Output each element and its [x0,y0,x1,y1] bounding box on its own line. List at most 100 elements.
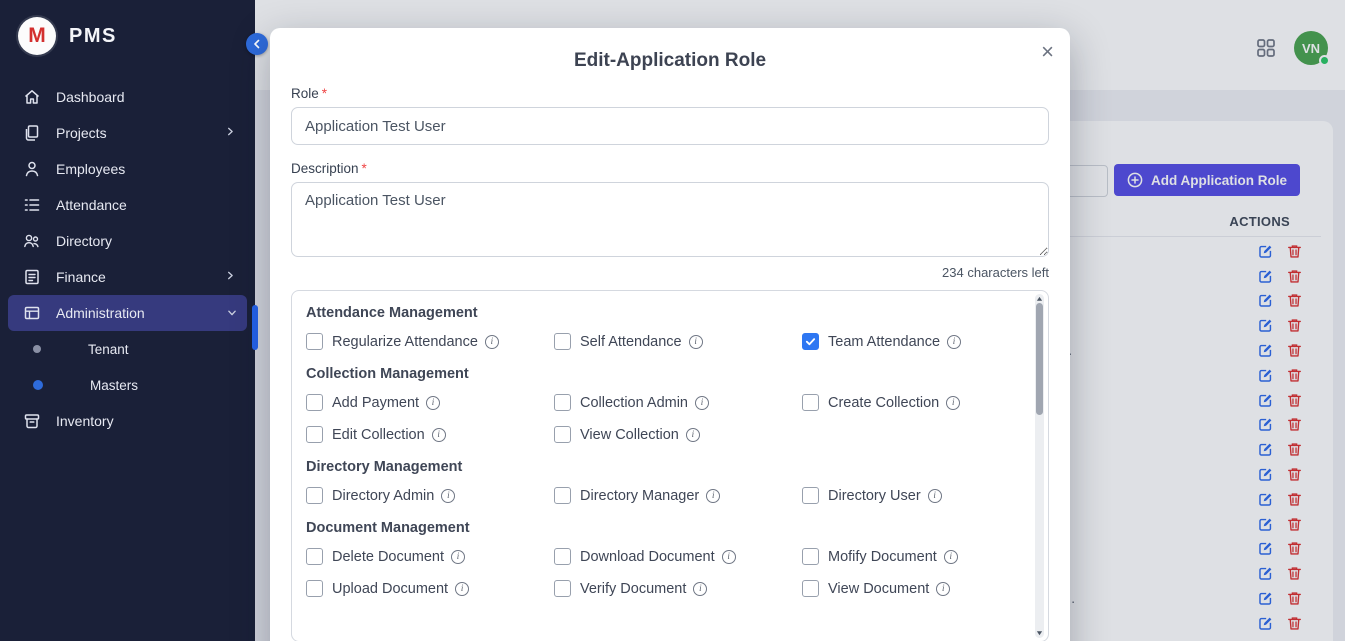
description-textarea[interactable]: Application Test User [291,182,1049,257]
unchecked-checkbox[interactable] [802,580,819,597]
unchecked-checkbox[interactable] [554,487,571,504]
permission-grid: Add PaymentiCollection AdminiCreate Coll… [306,394,1004,443]
sidebar-active-indicator [252,305,258,350]
info-icon[interactable]: i [947,335,961,349]
permission-section-collection-management: Collection ManagementAdd PaymentiCollect… [306,366,1004,443]
permission-section-document-management: Document ManagementDelete DocumentiDownl… [306,520,1004,597]
unchecked-checkbox[interactable] [554,580,571,597]
role-field-label: Role* [291,86,1049,101]
permission-item-download-document: Download Document i [554,548,802,565]
sidebar-item-projects[interactable]: Projects [8,115,247,151]
unchecked-checkbox[interactable] [554,333,571,350]
info-icon[interactable]: i [693,582,707,596]
unchecked-checkbox[interactable] [554,548,571,565]
info-icon[interactable]: i [944,550,958,564]
permission-item-edit-collection: Edit Collection i [306,426,554,443]
permission-label: Download Document [580,549,715,565]
unchecked-checkbox[interactable] [802,487,819,504]
scroll-down-icon[interactable] [1035,629,1044,637]
info-icon[interactable]: i [485,335,499,349]
info-icon[interactable]: i [426,396,440,410]
required-asterisk: * [362,161,367,176]
permission-label: View Document [828,581,929,597]
chevron-left-icon [252,39,262,49]
bullet-icon [33,380,43,390]
unchecked-checkbox[interactable] [306,487,323,504]
sidebar-item-label: Projects [56,125,226,141]
permissions-scrollbar[interactable] [1035,294,1044,638]
permission-section-title: Collection Management [306,366,1004,382]
permission-section-title: Document Management [306,520,1004,536]
sidebar-item-inventory[interactable]: Inventory [8,403,247,439]
sidebar-collapse-button[interactable] [246,33,268,55]
employee-icon [22,159,42,179]
permission-label: Directory Admin [332,488,434,504]
sidebar-item-dashboard[interactable]: Dashboard [8,79,247,115]
unchecked-checkbox[interactable] [306,548,323,565]
unchecked-checkbox[interactable] [554,394,571,411]
unchecked-checkbox[interactable] [306,394,323,411]
info-icon[interactable]: i [451,550,465,564]
close-icon[interactable]: × [1041,41,1054,63]
info-icon[interactable]: i [441,489,455,503]
sidebar-item-employees[interactable]: Employees [8,151,247,187]
sidebar-item-finance[interactable]: Finance [8,259,247,295]
permission-label: Regularize Attendance [332,334,478,350]
checked-checkbox[interactable] [802,333,819,350]
permission-grid: Delete DocumentiDownload DocumentiMofify… [306,548,1004,597]
info-icon[interactable]: i [686,428,700,442]
permission-grid: Regularize AttendanceiSelf AttendanceiTe… [306,333,1004,350]
info-icon[interactable]: i [946,396,960,410]
unchecked-checkbox[interactable] [306,580,323,597]
permission-item-mofify-document: Mofify Document i [802,548,1004,565]
chevron-right-icon [226,271,235,283]
info-icon[interactable]: i [695,396,709,410]
sidebar-item-attendance[interactable]: Attendance [8,187,247,223]
permission-section-attendance-management: Attendance Management Regularize Attendan… [306,305,1004,350]
projects-icon [22,123,42,143]
sidebar-subitem-label: Masters [90,378,138,393]
unchecked-checkbox[interactable] [802,394,819,411]
unchecked-checkbox[interactable] [554,426,571,443]
sidebar-item-label: Inventory [56,413,235,429]
info-icon[interactable]: i [936,582,950,596]
permission-item-directory-manager: Directory Manageri [554,487,802,504]
sidebar-item-administration[interactable]: Administration [8,295,247,331]
sidebar-item-directory[interactable]: Directory [8,223,247,259]
chevron-down-icon [225,309,237,318]
directory-icon [22,231,42,251]
info-icon[interactable]: i [706,489,720,503]
unchecked-checkbox[interactable] [306,426,323,443]
info-icon[interactable]: i [432,428,446,442]
permission-label: Collection Admin [580,395,688,411]
unchecked-checkbox[interactable] [802,548,819,565]
info-icon[interactable]: i [722,550,736,564]
edit-application-role-modal: × Edit-Application Role Role* Descriptio… [270,28,1070,641]
permission-item-verify-document: Verify Documenti [554,580,802,597]
logo-letter: M [28,24,46,48]
role-input[interactable] [291,107,1049,145]
permission-section-title: Attendance Management [306,305,1004,321]
sidebar-subitem-tenant[interactable]: Tenant [0,331,255,367]
modal-title: Edit-Application Role [270,28,1070,86]
permission-label: Create Collection [828,395,939,411]
inventory-icon [22,411,42,431]
sidebar-item-label: Attendance [56,197,235,213]
permission-label: Self Attendance [580,334,682,350]
permission-label: Edit Collection [332,427,425,443]
sidebar-item-label: Employees [56,161,235,177]
permission-label: Mofify Document [828,549,937,565]
sidebar-subitem-masters[interactable]: Masters [0,367,255,403]
permission-section-directory-management: Directory ManagementDirectory AdminiDire… [306,459,1004,504]
permission-item-view-document: View Document i [802,580,1004,597]
permission-label: Directory User [828,488,921,504]
info-icon[interactable]: i [455,582,469,596]
permission-section-title: Directory Management [306,459,1004,475]
permission-item-collection-admin: Collection Admin i [554,394,802,411]
description-field-label: Description* [291,161,1049,176]
scrollbar-thumb[interactable] [1036,303,1043,415]
info-icon[interactable]: i [928,489,942,503]
info-icon[interactable]: i [689,335,703,349]
scroll-up-icon[interactable] [1035,295,1044,303]
unchecked-checkbox[interactable] [306,333,323,350]
